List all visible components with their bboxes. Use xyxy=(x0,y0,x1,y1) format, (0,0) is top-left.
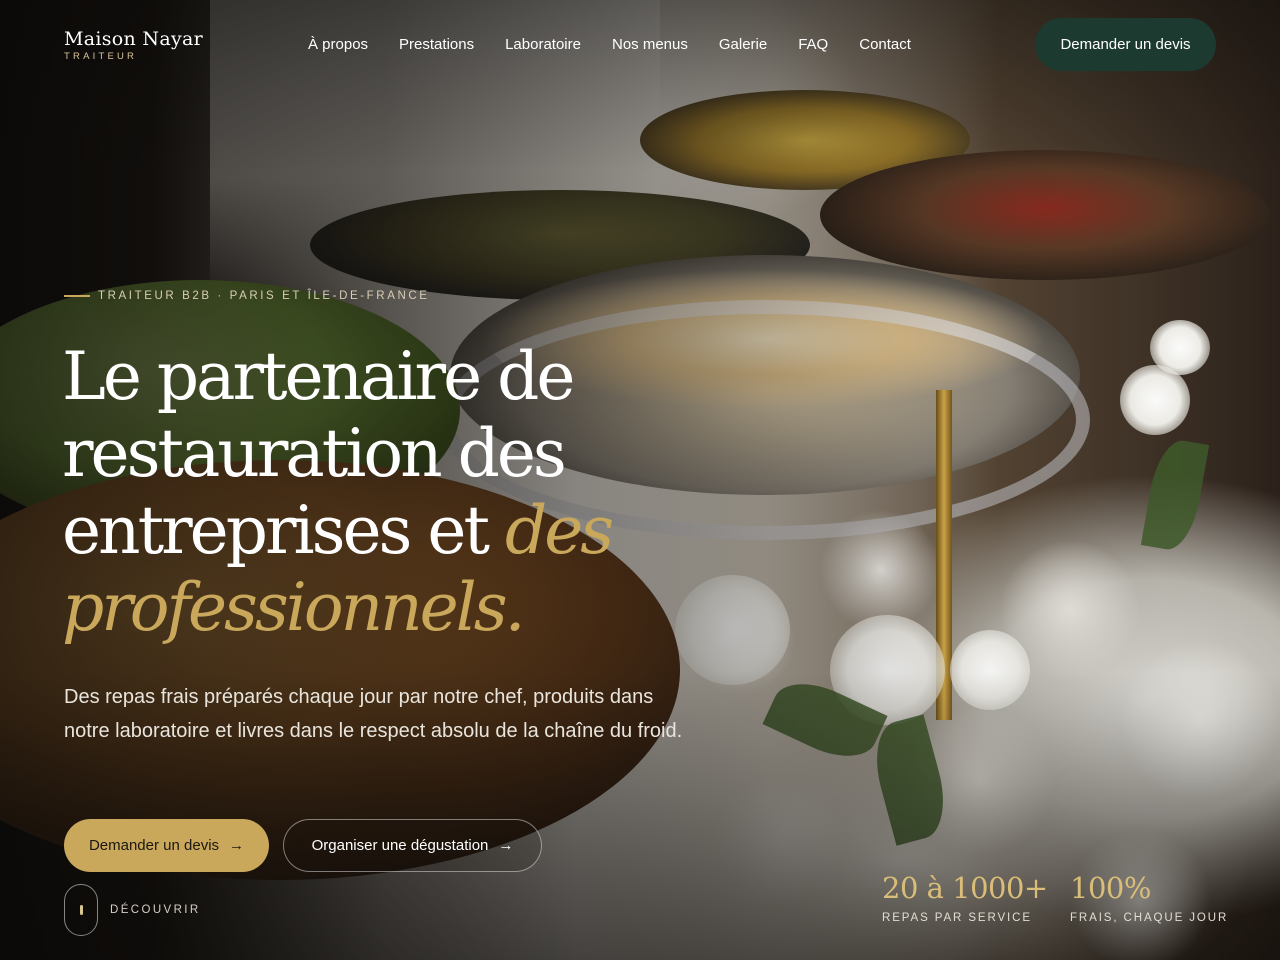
brand-logo[interactable]: Maison Nayar TRAITEUR xyxy=(64,27,203,62)
arrow-right-icon: → xyxy=(498,837,514,854)
nav-item-contact[interactable]: Contact xyxy=(851,33,919,57)
stat-fresh-daily: 100% FRAIS, CHAQUE JOUR xyxy=(1070,870,1228,924)
eyebrow-rule xyxy=(64,295,90,297)
request-quote-label: Demander un devis xyxy=(88,837,220,854)
nav-item-faq[interactable]: FAQ xyxy=(790,33,836,57)
brand-tagline: TRAITEUR xyxy=(64,51,138,62)
brand-name: Maison Nayar xyxy=(64,28,204,50)
nav-item-laboratoire[interactable]: Laboratoire xyxy=(497,33,589,57)
stat-value: 20 à 1000+ xyxy=(882,871,1048,905)
hero-eyebrow: TRAITEUR B2B · PARIS ET ÎLE-DE-FRANCE xyxy=(64,290,430,302)
stat-label: FRAIS, CHAQUE JOUR xyxy=(1070,912,1229,924)
book-tasting-label: Organiser une dégustation xyxy=(311,837,489,854)
request-quote-button[interactable]: Demander un devis → xyxy=(64,819,269,872)
main-nav: À propos Prestations Laboratoire Nos men… xyxy=(300,33,934,57)
discover-label: DÉCOUVRIR xyxy=(110,904,201,916)
stat-label: REPAS PAR SERVICE xyxy=(882,912,1032,924)
discover-scroll-link[interactable]: DÉCOUVRIR xyxy=(64,884,201,936)
hero-lead-paragraph: Des repas frais préparés chaque jour par… xyxy=(64,686,683,742)
nav-item-galerie[interactable]: Galerie xyxy=(711,33,775,57)
nav-item-a-propos[interactable]: À propos xyxy=(300,33,376,57)
arrow-right-icon: → xyxy=(229,837,245,854)
book-tasting-button[interactable]: Organiser une dégustation → xyxy=(283,819,542,872)
headline-main: Le partenaire de restauration des entrep… xyxy=(62,338,575,569)
nav-item-nos-menus[interactable]: Nos menus xyxy=(604,33,696,57)
site-header: Maison Nayar TRAITEUR À propos Prestatio… xyxy=(0,0,1280,90)
hero-headline: Le partenaire de restauration des entrep… xyxy=(62,338,762,646)
nav-item-prestations[interactable]: Prestations xyxy=(391,33,482,57)
mouse-scroll-icon xyxy=(64,884,98,936)
stat-value: 100% xyxy=(1070,871,1151,905)
stat-meals-per-service: 20 à 1000+ REPAS PAR SERVICE xyxy=(882,870,1048,924)
header-quote-button[interactable]: Demander un devis xyxy=(1035,18,1216,71)
eyebrow-text: TRAITEUR B2B · PARIS ET ÎLE-DE-FRANCE xyxy=(98,290,430,302)
